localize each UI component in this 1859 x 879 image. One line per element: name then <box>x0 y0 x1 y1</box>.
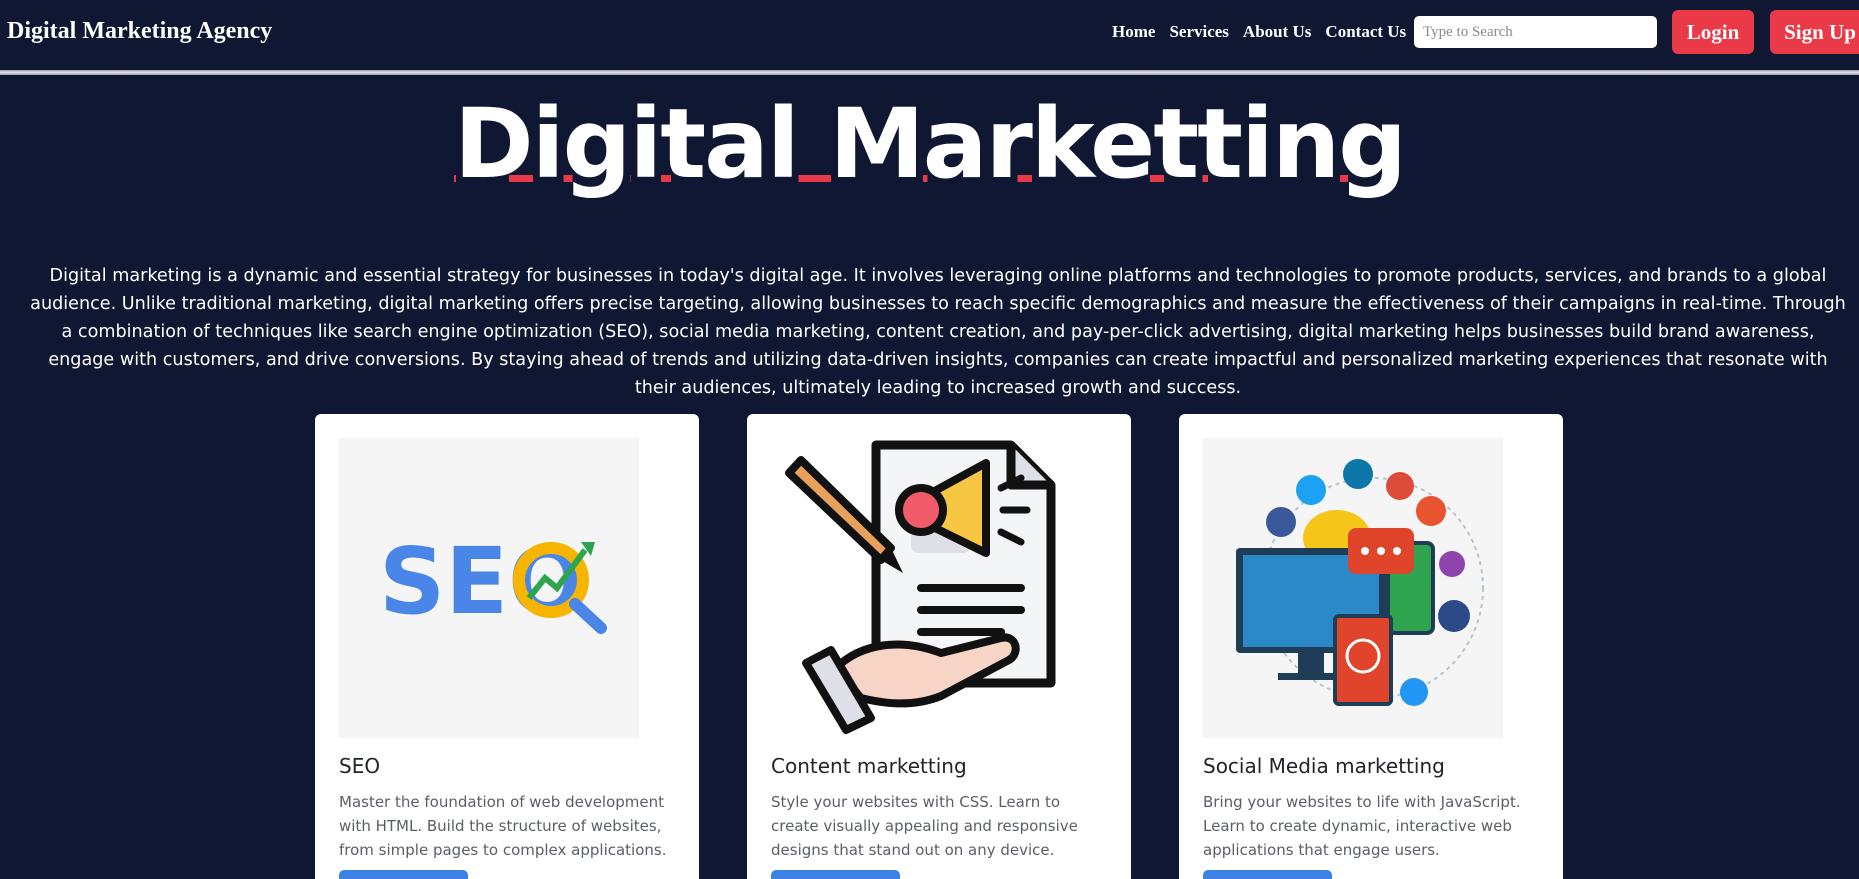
seo-image: SEO <box>339 438 639 738</box>
content-marketing-megaphone-document-icon <box>785 440 1056 734</box>
nav-link-about[interactable]: About Us <box>1243 22 1312 42</box>
nav-link-home[interactable]: Home <box>1112 22 1155 42</box>
card-title: Social Media marketting <box>1203 754 1445 778</box>
seo-magnifier-chart-icon: SEO <box>339 438 639 738</box>
hero-intro-text: Digital marketing is a dynamic and essen… <box>30 266 1846 398</box>
nav-link-services[interactable]: Services <box>1169 22 1228 42</box>
card-title: SEO <box>339 754 381 778</box>
nav-link-contact[interactable]: Contact Us <box>1325 22 1406 42</box>
brand-name[interactable]: Digital Marketing Agency <box>7 18 272 45</box>
content-image <box>771 438 1071 738</box>
card-text: Bring your websites to life with JavaScr… <box>1203 793 1521 859</box>
hero-title: Digital Marketting <box>454 88 1407 200</box>
social-media-devices-network-icon <box>1203 438 1503 738</box>
navbar-divider <box>0 70 1859 75</box>
login-button[interactable]: Login <box>1672 10 1754 54</box>
card-title: Content marketting <box>771 754 967 778</box>
search-input[interactable] <box>1414 16 1657 48</box>
service-card-content: Content marketting Style your websites w… <box>747 414 1131 879</box>
card-text: Master the foundation of web development… <box>339 793 667 859</box>
service-card-seo: SEO SEO Master the foundation of web dev… <box>315 414 699 879</box>
nav-links: Home Services About Us Contact Us <box>1112 22 1420 42</box>
social-image <box>1203 438 1503 738</box>
service-card-social: Social Media marketting Bring your websi… <box>1179 414 1563 879</box>
signup-button[interactable]: Sign Up <box>1770 10 1859 54</box>
card-button[interactable] <box>339 870 468 879</box>
navbar: Digital Marketing Agency Home Services A… <box>0 0 1859 70</box>
card-button[interactable] <box>1203 870 1332 879</box>
card-button[interactable] <box>771 870 900 879</box>
card-text: Style your websites with CSS. Learn to c… <box>771 793 1078 859</box>
